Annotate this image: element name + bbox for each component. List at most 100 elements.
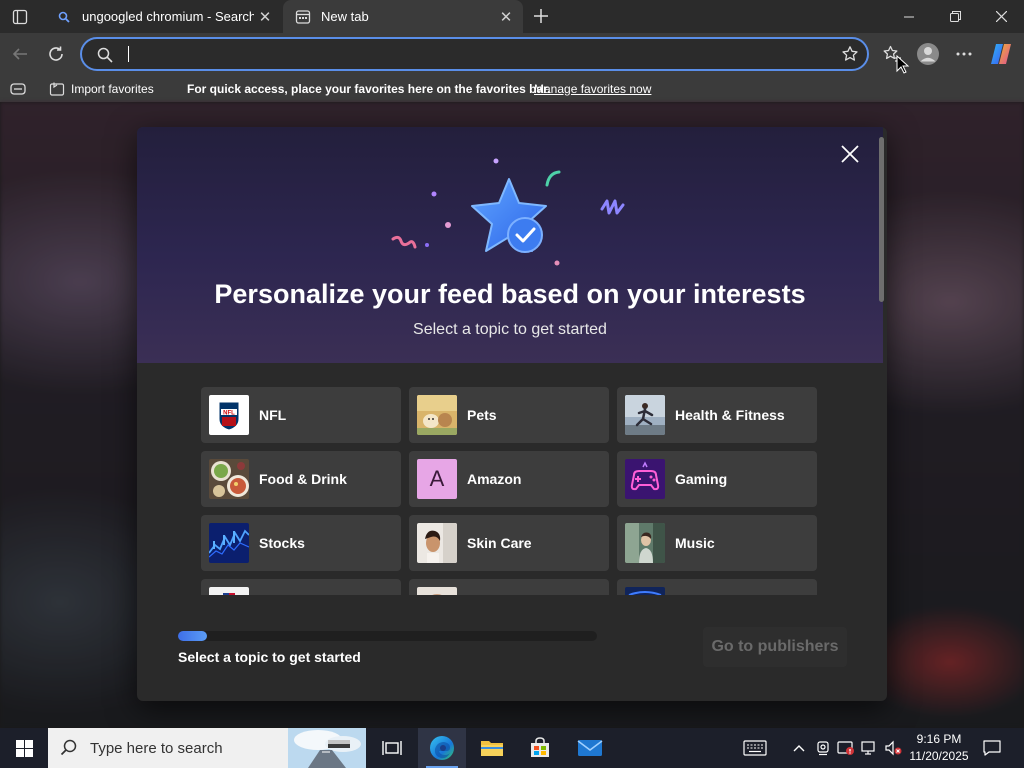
gaming-controller-icon: [625, 459, 665, 499]
taskbar-store[interactable]: [516, 728, 564, 768]
reading-list-icon[interactable]: [10, 82, 26, 95]
topic-label: Amazon: [467, 471, 522, 487]
close-tab-icon[interactable]: ✕: [495, 6, 517, 28]
tray-volume[interactable]: [883, 728, 903, 768]
address-input[interactable]: [126, 43, 826, 65]
minimize-icon: [904, 16, 914, 17]
personalize-feed-dialog: Personalize your feed based on your inte…: [137, 127, 887, 701]
title-bar: ungoogled chromium - Search ✕ New tab ✕: [0, 0, 1024, 33]
tab-actions-button[interactable]: [8, 6, 32, 28]
import-favorites-button[interactable]: Import favorites: [49, 81, 154, 97]
security-alert-icon: [837, 741, 854, 755]
topic-label: Food & Drink: [259, 471, 347, 487]
tray-security[interactable]: [836, 728, 856, 768]
search-icon: [56, 9, 72, 25]
taskbar-mail[interactable]: [566, 728, 614, 768]
favorite-star-icon[interactable]: [841, 45, 859, 68]
tab-title: ungoogled chromium - Search: [82, 9, 254, 24]
settings-more-button[interactable]: [950, 40, 978, 68]
taskbar: Type here to search 9:16 PM 11/20/2025: [0, 728, 1024, 768]
refresh-icon: [49, 46, 63, 61]
topic-card-pets[interactable]: Pets: [409, 387, 609, 443]
topic-thumbnail: [625, 587, 665, 595]
topic-label: Skin Care: [467, 535, 532, 551]
tab-search[interactable]: ungoogled chromium - Search ✕: [44, 0, 282, 33]
tray-meet[interactable]: [814, 728, 832, 768]
taskbar-search-box[interactable]: Type here to search: [48, 728, 366, 768]
topic-thumbnail: [417, 587, 457, 595]
topic-card-music[interactable]: Music: [617, 515, 817, 571]
dialog-hero: Personalize your feed based on your inte…: [137, 127, 883, 363]
tray-show-hidden[interactable]: [790, 728, 808, 768]
close-tab-icon[interactable]: ✕: [254, 6, 276, 28]
amazon-letter-icon: A: [417, 459, 457, 499]
topic-card-nfl[interactable]: NFL NFL: [201, 387, 401, 443]
clock-date: 11/20/2025: [909, 749, 969, 763]
favorites-bar: Import favorites For quick access, place…: [0, 75, 1024, 102]
nfl-logo-icon: NFL: [209, 395, 249, 435]
topic-label: Gaming: [675, 471, 728, 487]
avatar: [917, 43, 939, 65]
camera-icon: [817, 741, 829, 756]
tab-new-tab[interactable]: New tab ✕: [283, 0, 523, 33]
new-tab-button[interactable]: [528, 4, 554, 28]
notifications-icon: [983, 740, 1001, 756]
topic-card-partial[interactable]: [617, 579, 817, 595]
tray-network[interactable]: [860, 728, 880, 768]
topic-card-food-drink[interactable]: Food & Drink: [201, 451, 401, 507]
close-icon: [995, 11, 1007, 22]
refresh-button[interactable]: [42, 40, 70, 68]
toolbar: [0, 33, 1024, 75]
back-arrow-icon: [12, 48, 27, 60]
close-icon: [841, 145, 859, 163]
dialog-title: Personalize your feed based on your inte…: [214, 279, 806, 309]
profile-button[interactable]: [914, 40, 942, 68]
dialog-scrollbar[interactable]: [879, 137, 884, 302]
restore-icon: [949, 11, 961, 22]
stocks-image: [209, 523, 249, 563]
progress-text: Select a topic to get started: [178, 649, 361, 665]
start-button[interactable]: [0, 728, 48, 768]
topic-card-partial[interactable]: [201, 579, 401, 595]
topic-label: Music: [675, 535, 715, 551]
task-view-icon: [382, 741, 402, 755]
action-center-button[interactable]: [980, 728, 1004, 768]
task-view-button[interactable]: [368, 728, 416, 768]
topic-card-stocks[interactable]: Stocks: [201, 515, 401, 571]
close-dialog-button[interactable]: [837, 141, 863, 167]
music-image: [625, 523, 665, 563]
tab-actions-icon: [12, 9, 28, 25]
pets-image: [417, 395, 457, 435]
star-check-illustration: [391, 158, 625, 266]
taskbar-edge[interactable]: [418, 728, 466, 768]
text-caret: [128, 46, 129, 62]
topic-label: Stocks: [259, 535, 305, 551]
topic-card-skin-care[interactable]: Skin Care: [409, 515, 609, 571]
topic-card-partial[interactable]: [409, 579, 609, 595]
fitness-image: [625, 395, 665, 435]
back-button[interactable]: [6, 40, 34, 68]
search-icon: [96, 46, 114, 69]
keyboard-icon: [743, 740, 767, 756]
topic-thumbnail: [209, 587, 249, 595]
manage-favorites-link[interactable]: Manage favorites now: [534, 82, 651, 96]
topic-label: NFL: [259, 407, 287, 423]
skincare-image: [417, 523, 457, 563]
topic-card-gaming[interactable]: Gaming: [617, 451, 817, 507]
search-highlight-illustration: [288, 728, 366, 768]
tray-keyboard[interactable]: [740, 728, 770, 768]
go-to-publishers-button[interactable]: Go to publishers: [703, 627, 847, 667]
minimize-button[interactable]: [886, 0, 932, 33]
topic-card-amazon[interactable]: A Amazon: [409, 451, 609, 507]
address-bar[interactable]: [80, 37, 869, 71]
taskbar-file-explorer[interactable]: [468, 728, 516, 768]
taskbar-clock[interactable]: 9:16 PM 11/20/2025: [904, 731, 974, 765]
search-icon: [60, 739, 78, 757]
volume-muted-icon: [885, 740, 902, 756]
topic-card-health-fitness[interactable]: Health & Fitness: [617, 387, 817, 443]
topic-grid: NFL NFL Pets Health & Fitness Food & Dri…: [137, 363, 883, 595]
copilot-button[interactable]: [987, 40, 1015, 68]
restore-button[interactable]: [932, 0, 978, 33]
svg-text:NFL: NFL: [223, 410, 235, 416]
close-window-button[interactable]: [978, 0, 1024, 33]
